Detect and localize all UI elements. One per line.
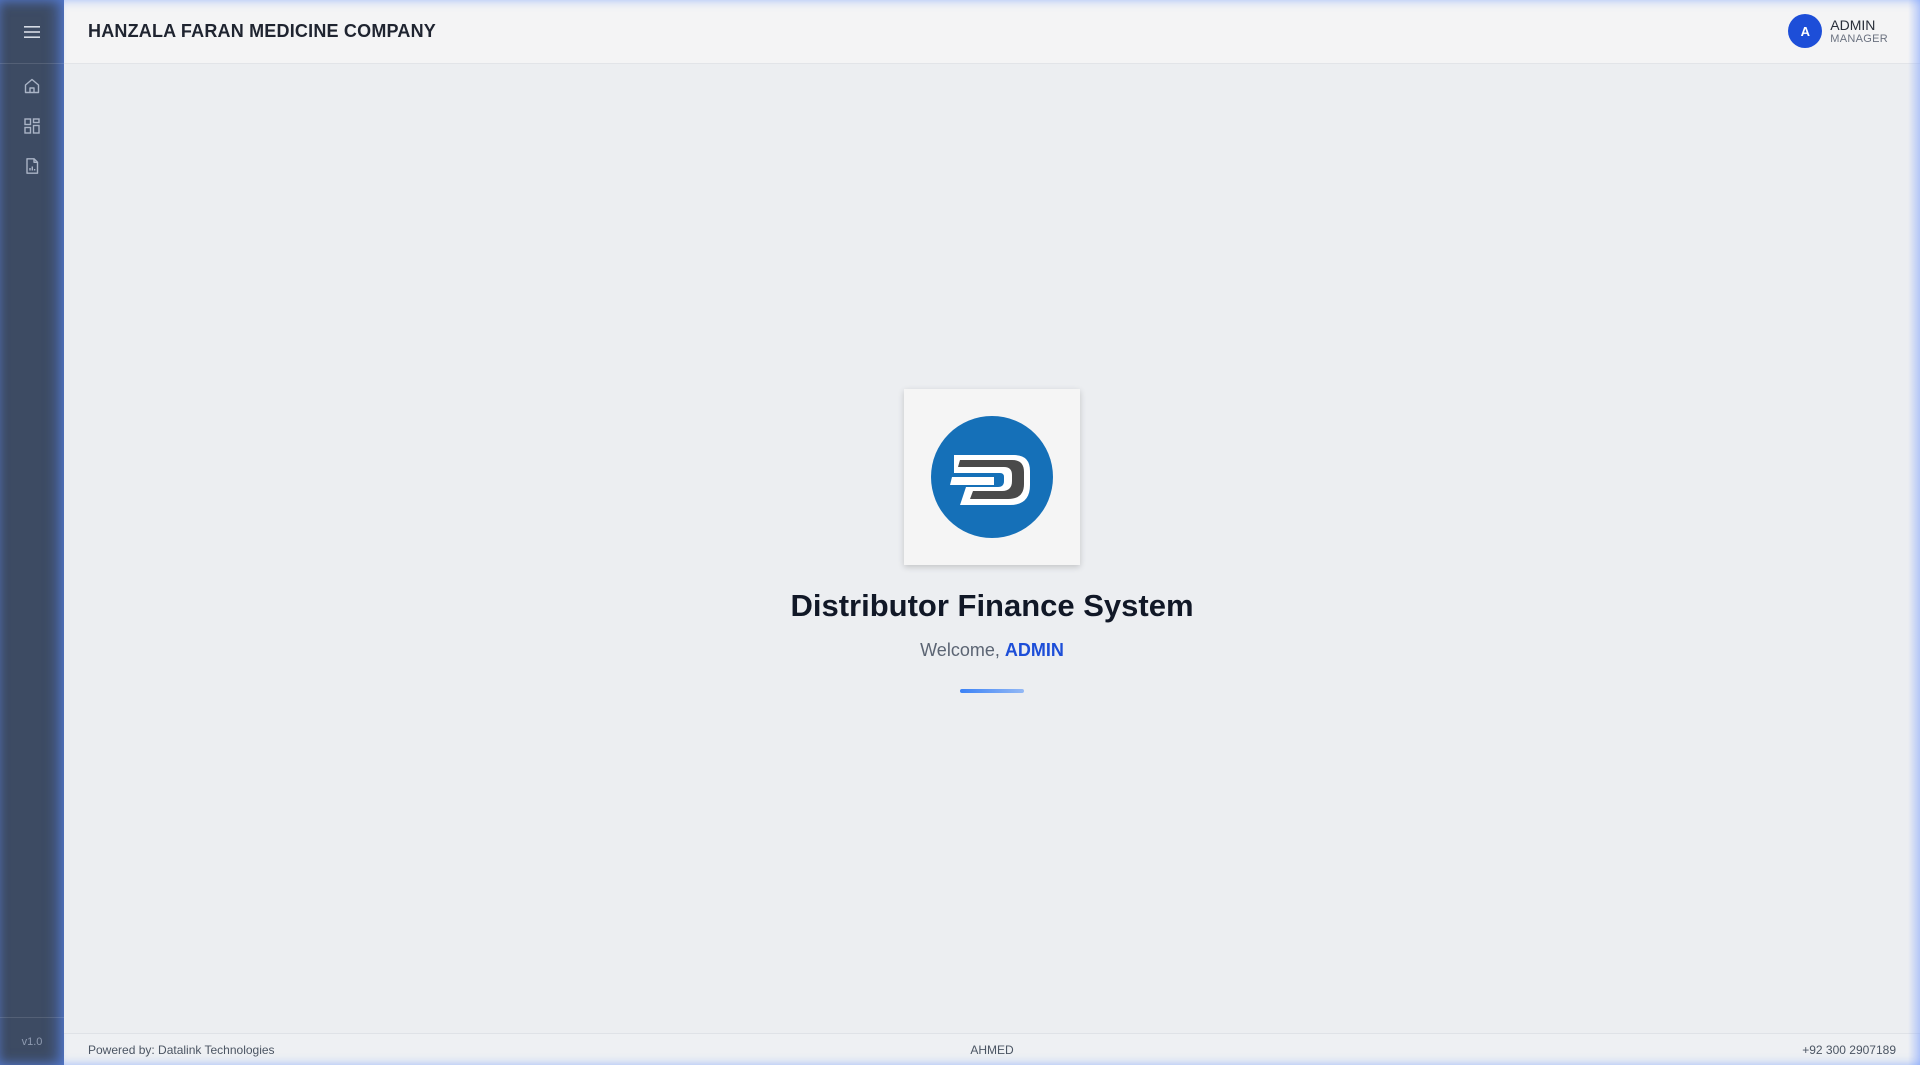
logo-card [904, 389, 1080, 565]
avatar: A [1788, 14, 1823, 48]
report-document-icon [23, 157, 41, 175]
sidebar-item-home[interactable] [0, 66, 64, 106]
home-icon [23, 77, 41, 95]
user-profile-menu[interactable]: A ADMIN MANAGER [1788, 14, 1888, 48]
welcome-prefix: Welcome, [920, 640, 1005, 660]
hamburger-menu-icon[interactable] [24, 25, 40, 39]
distributor-logo [930, 415, 1054, 539]
main-content: Distributor Finance System Welcome, ADMI… [64, 64, 1920, 1033]
user-info: ADMIN MANAGER [1830, 17, 1888, 46]
sidebar-nav [0, 64, 64, 186]
company-name: HANZALA FARAN MEDICINE COMPANY [88, 21, 436, 41]
welcome-username: ADMIN [1004, 640, 1064, 660]
loading-bar [960, 689, 1024, 693]
sidebar-header [0, 0, 64, 64]
app-title: Distributor Finance System [790, 588, 1194, 623]
sidebar-item-reports[interactable] [0, 146, 64, 186]
sidebar: v1.0 [0, 0, 64, 1065]
user-name: ADMIN [1830, 16, 1876, 33]
sidebar-item-dashboard[interactable] [0, 106, 64, 146]
footer-center-text: AHMED [970, 1043, 1014, 1057]
top-header: HANZALA FARAN MEDICINE COMPANY A ADMIN M… [64, 0, 1920, 64]
contact-phone: +92 300 2907189 [1802, 1043, 1896, 1057]
dashboard-grid-icon [23, 117, 41, 135]
footer: Powered by: Datalink Technologies AHMED … [64, 1033, 1920, 1065]
user-role: MANAGER [1830, 32, 1888, 45]
welcome-message: Welcome, ADMIN [64, 640, 1920, 661]
version-label: v1.0 [0, 1017, 64, 1065]
